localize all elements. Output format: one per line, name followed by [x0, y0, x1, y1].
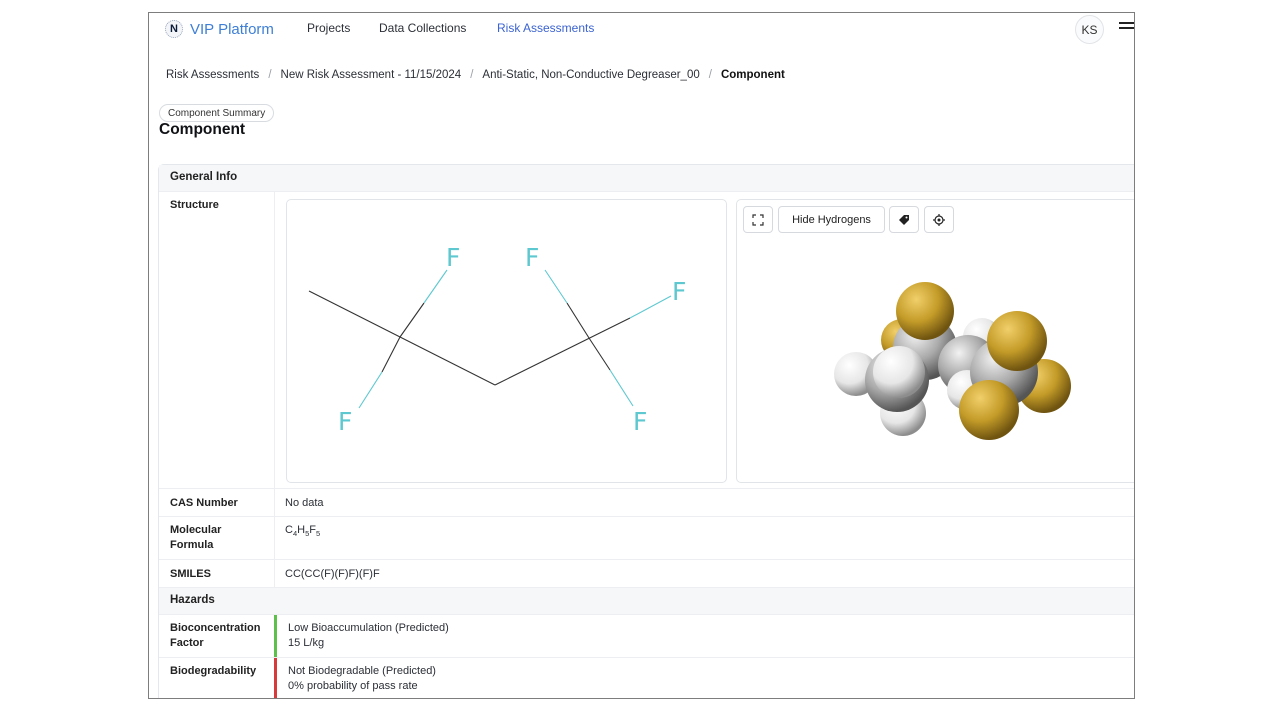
molecule-3d-render: [834, 282, 1071, 440]
breadcrumb: Risk Assessments / New Risk Assessment -…: [166, 69, 785, 81]
molecular-formula-row: Molecular Formula C4H5F5: [159, 517, 1134, 560]
molecular-formula-label: Molecular Formula: [170, 524, 222, 551]
structure-3d-viewer[interactable]: Hide Hydrogens: [736, 199, 1134, 483]
fluorine-label: F: [446, 243, 460, 272]
smiles-row: SMILES CC(CC(F)(F)F)(F)F: [159, 560, 1134, 588]
cas-number-row: CAS Number No data: [159, 489, 1134, 517]
cas-number-value: No data: [285, 497, 324, 509]
hazards-title: Hazards: [170, 594, 215, 606]
component-info-table: General Info Structure F F F F F Hide Hy…: [158, 164, 1134, 698]
hazard-result: Not Biodegradable (Predicted): [288, 665, 436, 677]
breadcrumb-separator: /: [470, 69, 474, 81]
nav-link-projects[interactable]: Projects: [307, 21, 350, 35]
hazard-detail: 0% probability of pass rate: [288, 680, 418, 692]
hazard-detail: 15 L/kg: [288, 637, 325, 649]
fluorine-label: F: [338, 407, 352, 436]
logo-icon: N: [165, 20, 183, 38]
nav-link-data-collections[interactable]: Data Collections: [379, 21, 466, 35]
skeletal-structure-drawing: F F F F F: [308, 243, 686, 436]
general-info-header: General Info: [159, 165, 1134, 192]
hazard-status-bar: [274, 615, 277, 657]
platform-logo[interactable]: N VIP Platform: [165, 20, 274, 38]
app-window: N VIP Platform Projects Data Collections…: [148, 12, 1135, 699]
breadcrumb-current: Component: [720, 69, 785, 81]
hamburger-menu-icon[interactable]: [1119, 22, 1134, 34]
breadcrumb-separator: /: [708, 69, 712, 81]
breadcrumb-item-degreaser[interactable]: Anti-Static, Non-Conductive Degreaser_00: [482, 69, 699, 81]
user-avatar[interactable]: KS: [1075, 15, 1104, 44]
top-nav: N VIP Platform Projects Data Collections…: [149, 13, 1134, 47]
fluorine-label: F: [525, 243, 539, 272]
hazard-status-bar: [274, 658, 277, 698]
fluorine-label: F: [633, 407, 647, 436]
smiles-value: CC(CC(F)(F)F)(F)F: [285, 568, 380, 580]
component-summary-pill: Component Summary: [159, 104, 275, 122]
hazard-label: Bioconcentration Factor: [170, 622, 261, 649]
cas-number-label: CAS Number: [170, 497, 238, 509]
nav-link-risk-assessments[interactable]: Risk Assessments: [497, 21, 594, 35]
hazard-result: Low Bioaccumulation (Predicted): [288, 622, 449, 634]
breadcrumb-item-risk-assessments[interactable]: Risk Assessments: [166, 69, 259, 81]
molecular-formula-value: C4H5F5: [285, 524, 321, 539]
breadcrumb-item-new-risk-assessment[interactable]: New Risk Assessment - 11/15/2024: [281, 69, 462, 81]
logo-text: VIP Platform: [190, 20, 274, 38]
general-info-title: General Info: [170, 171, 238, 183]
breadcrumb-separator: /: [268, 69, 272, 81]
hazard-row-bioconcentration: Bioconcentration Factor Low Bioaccumulat…: [159, 615, 1134, 658]
hazard-row-biodegradability: Biodegradability Not Biodegradable (Pred…: [159, 658, 1134, 698]
smiles-label: SMILES: [170, 568, 211, 580]
page-title: Component: [159, 121, 246, 138]
hazard-label: Biodegradability: [170, 665, 257, 677]
hazards-header: Hazards: [159, 588, 1134, 615]
fluorine-label: F: [672, 277, 686, 306]
structure-label: Structure: [170, 199, 219, 211]
structure-2d-viewer[interactable]: F F F F F: [286, 199, 727, 483]
